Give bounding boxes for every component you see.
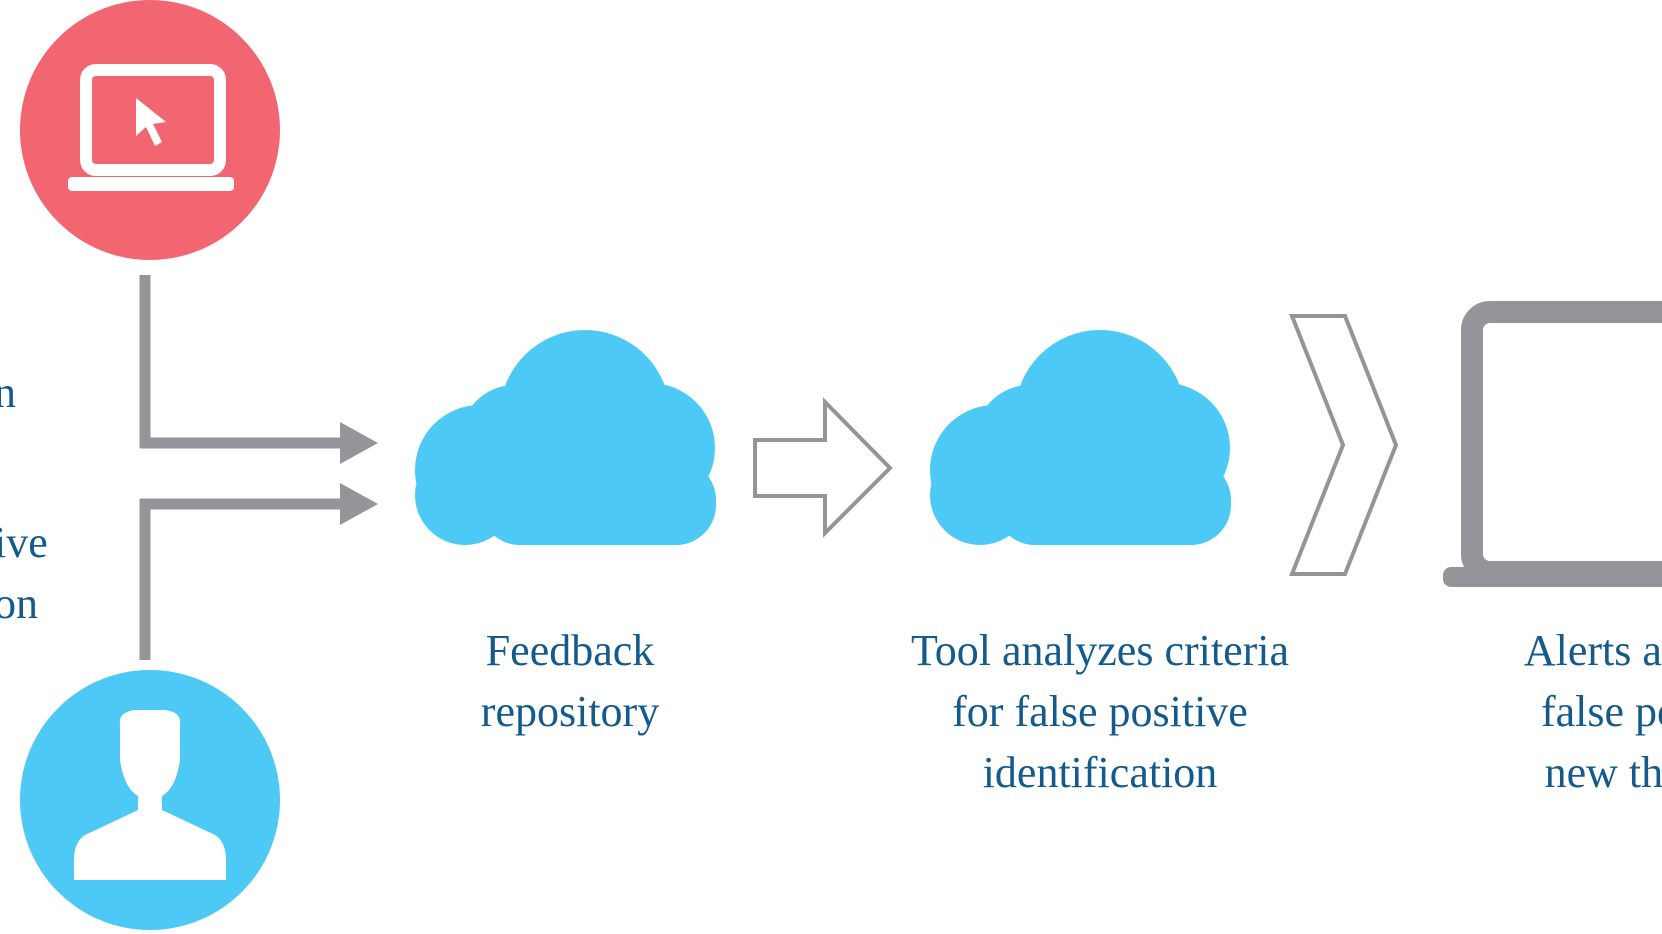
diagram-canvas: [20, 0, 1662, 930]
user-icon: [20, 670, 280, 930]
left-label-top: n: [0, 368, 16, 417]
hollow-arrow-icon: [753, 397, 893, 538]
arrowhead-top: [340, 422, 378, 464]
cloud-icon: [930, 330, 1231, 545]
laptop-icon: [1443, 301, 1662, 587]
step-label-alerts: Alerts are false po new thi: [1523, 626, 1662, 797]
input-arrows: [139, 275, 345, 660]
cloud-icon: [415, 330, 716, 545]
step-label-feedback-repository: Feedback repository: [480, 626, 660, 736]
left-label-bottom: ive on: [0, 518, 48, 628]
step-label-tool-analyzes: Tool analyzes criteria for false positiv…: [910, 626, 1290, 797]
arrowhead-bottom: [340, 483, 378, 525]
laptop-cursor-icon: [20, 0, 280, 260]
chevron-icon: [1289, 314, 1399, 576]
